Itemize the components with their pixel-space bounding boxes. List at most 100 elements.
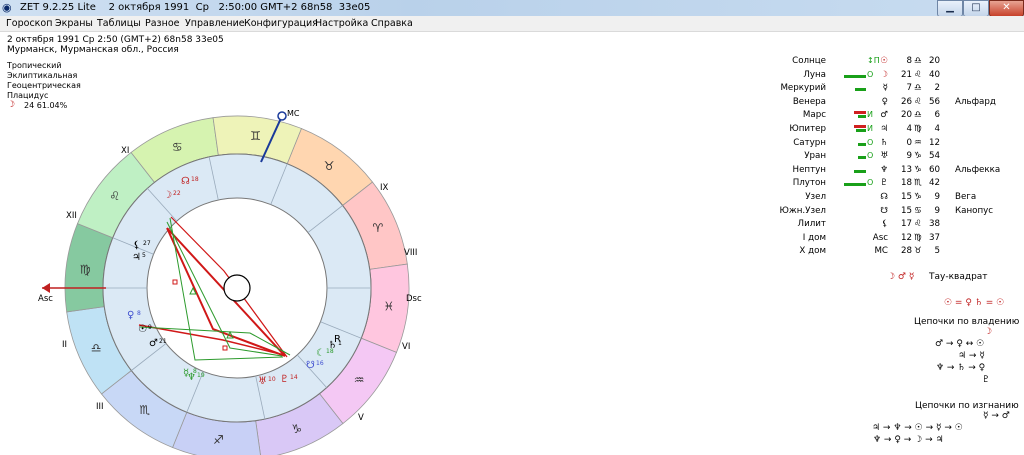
planet-name[interactable]: Уран (804, 150, 826, 162)
minimize-button[interactable]: ▁ (937, 0, 963, 17)
wheel-planet-degree: 9 (148, 324, 152, 331)
planet-minutes: 5 (934, 246, 940, 257)
wheel-planet-glyph[interactable]: ⚸ (133, 240, 140, 251)
wheel-planet-degree: 19 (197, 372, 205, 379)
app-icon: ◉ (2, 1, 12, 14)
planet-glyph: MC (874, 246, 888, 257)
planet-name[interactable]: Венера (793, 96, 826, 108)
chain-owner-line: ♇ (982, 375, 991, 385)
planet-name[interactable]: Солнце (792, 55, 826, 67)
planet-sign-icon: ♎ (914, 56, 922, 66)
dignity-bar (855, 88, 866, 92)
chain-owner-line: ☽ (984, 327, 993, 337)
planet-name[interactable]: Меркурий (780, 82, 826, 94)
planet-degree: 0 (906, 137, 912, 148)
planet-name[interactable]: Южн.Узел (780, 205, 826, 217)
planet-name[interactable]: Плутон (793, 177, 826, 189)
planet-minutes: 20 (928, 56, 940, 66)
planet-minutes: 54 (928, 151, 940, 162)
zodiac-sign-icon: ♎ (91, 341, 102, 355)
wheel-planet-glyph[interactable]: ☉ (138, 324, 147, 335)
planet-glyph: ☊ (880, 192, 888, 202)
planet-sign-icon: ♒ (914, 137, 922, 148)
house-number: VIII (404, 248, 417, 258)
menu-tables[interactable]: Таблицы (97, 17, 141, 30)
menu-settings[interactable]: Настройка (315, 17, 368, 30)
planet-name[interactable]: Марс (803, 109, 826, 121)
tau-square-label: Тау-квадрат (929, 272, 988, 282)
menu-bar: Гороскоп Экраны Таблицы Разное Управлени… (0, 16, 1024, 32)
planet-name[interactable]: Лилит (798, 218, 826, 230)
planet-degree: 15 (900, 192, 912, 202)
menu-help[interactable]: Справка (371, 17, 413, 30)
chart-place: Мурманск, Мурманская обл., Россия (7, 45, 179, 55)
window-title: ZET 9.2.25 Lite 2 октября 1991 Ср 2:50:0… (20, 2, 371, 13)
wheel-planet-glyph[interactable]: ♂ (149, 338, 158, 349)
debility-bar (854, 125, 866, 128)
wheel-planet-glyph[interactable]: ☋ (306, 360, 315, 371)
planet-name[interactable]: Узел (805, 191, 826, 203)
close-button[interactable]: ✕ (989, 0, 1024, 17)
wheel-planet-glyph[interactable]: ♆ (187, 372, 196, 383)
chain-owner-line: ♂ → ♀ ↔ ☉ (935, 339, 985, 349)
dignity-bar (854, 169, 866, 173)
planet-name[interactable]: I дом (803, 232, 826, 244)
menu-control[interactable]: Управление (185, 17, 245, 30)
chain-exile-line: ♆ → ♀ → ☽ → ♃ (873, 435, 944, 445)
zodiac-sign-icon: ♐ (213, 433, 224, 447)
planet-glyph: ⚸ (881, 219, 888, 230)
planet-name[interactable]: Луна (803, 69, 826, 81)
dignity-bar (858, 115, 866, 119)
planet-name[interactable]: Нептун (793, 164, 826, 176)
planet-name[interactable]: X дом (799, 245, 826, 257)
natal-chart-wheel: ♉ ♈ ♓ ♒ ♑ ♐ ♏ ♎ ♍ ♌ ♋ ♊ MC Asc Dsc II III V VI VIII… (38, 109, 422, 455)
planet-minutes: 9 (934, 205, 940, 216)
fixed-star: Канопус (955, 205, 994, 216)
planet-minutes: 40 (928, 69, 940, 80)
menu-configuration[interactable]: Конфигурация (244, 17, 318, 30)
center-circle (223, 274, 251, 302)
planet-minutes: 42 (928, 178, 940, 189)
wheel-planet-glyph[interactable]: ☊ (181, 176, 190, 187)
debility-bar (854, 111, 866, 115)
planet-degree: 8 (906, 56, 912, 66)
fixed-star: Альфард (955, 96, 996, 107)
planet-degree: 18 (900, 178, 912, 189)
wheel-planet-glyph[interactable]: ☽ (163, 190, 172, 201)
menu-horoscope[interactable]: Гороскоп (6, 17, 52, 30)
planet-glyph: ☋ (880, 205, 888, 216)
planet-sign-icon: ♑ (914, 151, 922, 162)
wheel-planet-degree: 27 (143, 240, 151, 247)
planet-minutes: 37 (928, 232, 940, 243)
wheel-planet-degree: 16 (316, 360, 324, 367)
menu-screens[interactable]: Экраны (55, 17, 93, 30)
planet-name[interactable]: Сатурн (793, 137, 826, 149)
planet-sign-icon: ♍ (914, 232, 922, 243)
wheel-planet-glyph[interactable]: ♃ (132, 252, 141, 263)
dsc-label: Dsc (406, 294, 422, 304)
planet-sign-icon: ♋ (914, 205, 922, 216)
wheel-planet-degree: 18 (191, 176, 199, 183)
wheel-planet-glyph[interactable]: ♅ (258, 376, 267, 387)
zodiac-sign-icon: ♉ (324, 159, 335, 173)
zodiac-sign-icon: ♑ (291, 422, 302, 436)
planet-minutes: 56 (928, 96, 940, 107)
planet-sign-icon: ♑ (914, 192, 922, 202)
wheel-planet-glyph[interactable]: R (334, 334, 341, 345)
menu-misc[interactable]: Разное (145, 17, 179, 30)
planet-sign-icon: ♍ (914, 124, 922, 134)
asc-label: Asc (38, 294, 53, 304)
planet-degree: 13 (900, 164, 912, 175)
moon-icon: ☽ (7, 100, 16, 110)
planet-minutes: 60 (928, 164, 940, 175)
planet-name[interactable]: Юпитер (789, 123, 826, 135)
wheel-planet-glyph[interactable]: ☾ (316, 348, 325, 359)
zodiac-sign-icon: ♍ (80, 262, 91, 276)
planet-minutes: 9 (934, 192, 940, 202)
house-number: VI (402, 342, 410, 352)
maximize-button[interactable]: □ (963, 0, 989, 17)
dignity-bar (858, 142, 866, 146)
tau-square-glyphs: ☽ ♂ ☿ (887, 272, 915, 282)
wheel-planet-glyph[interactable]: ♇ (280, 374, 289, 385)
wheel-planet-glyph[interactable]: ♀ (127, 310, 134, 321)
